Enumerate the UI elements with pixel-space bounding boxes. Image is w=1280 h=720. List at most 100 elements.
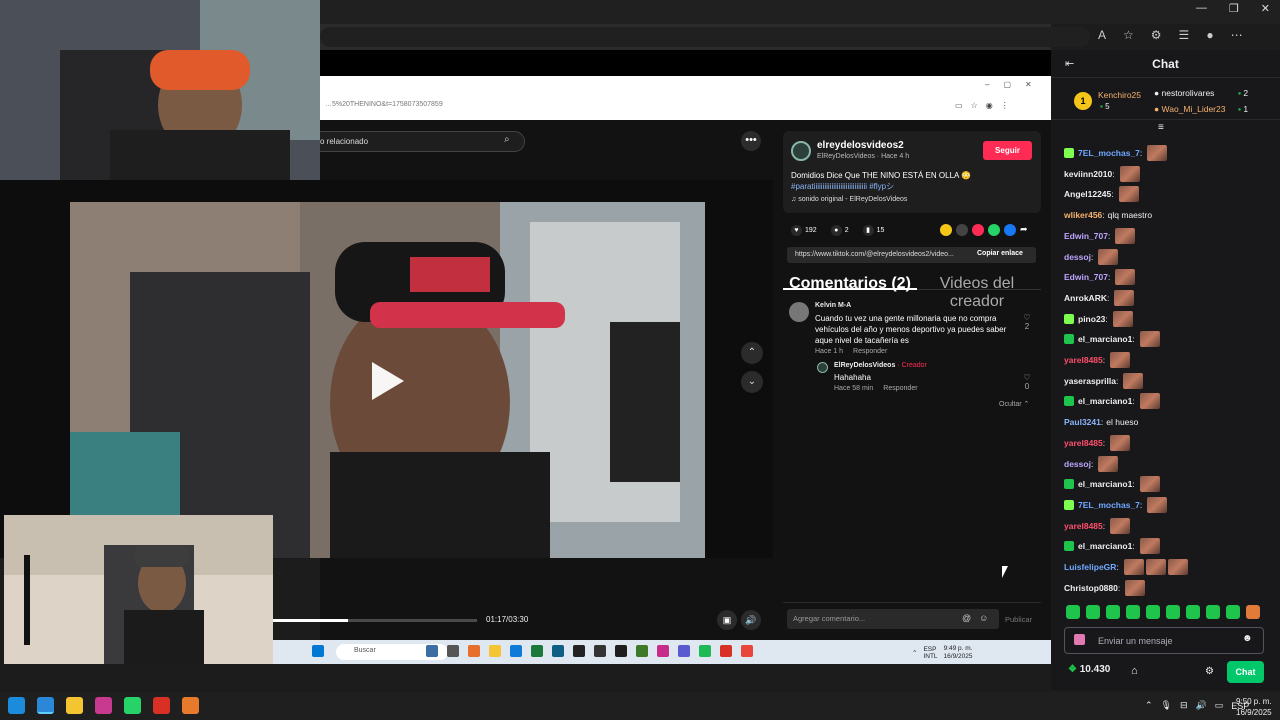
chat-emote[interactable] bbox=[1115, 227, 1136, 244]
chat-message: yaserasprilla: bbox=[1064, 372, 1144, 389]
badge-icon[interactable] bbox=[1064, 499, 1074, 510]
chat-emote[interactable] bbox=[1139, 476, 1160, 493]
chat-username[interactable]: Angel12245 bbox=[1064, 189, 1111, 199]
send-chat-button[interactable]: Chat bbox=[1227, 661, 1264, 683]
leader-third: ● Wao_Mi_Lider23 bbox=[1154, 104, 1225, 114]
whatsapp-icon[interactable] bbox=[124, 697, 141, 714]
chat-username[interactable]: wliker456 bbox=[1064, 210, 1102, 220]
chat-message-input[interactable]: Enviar un mensaje bbox=[1064, 627, 1264, 654]
chat-emote[interactable] bbox=[1147, 145, 1168, 161]
chat-username[interactable]: LuisfelipeGR bbox=[1064, 562, 1116, 572]
emote-icon[interactable] bbox=[1186, 605, 1200, 619]
chat-username[interactable]: dessoj bbox=[1064, 459, 1091, 469]
badge-icon[interactable] bbox=[1064, 541, 1074, 552]
chat-username[interactable]: keviinn2010 bbox=[1064, 169, 1112, 179]
microphone-icon[interactable]: 🎙 bbox=[1161, 700, 1172, 711]
chat-emote[interactable] bbox=[1112, 310, 1133, 327]
emote-icon[interactable] bbox=[1146, 605, 1160, 619]
maximize-button[interactable]: ❐ bbox=[1229, 2, 1239, 15]
app-icon[interactable] bbox=[95, 697, 112, 714]
gift-sub-icon[interactable] bbox=[1074, 634, 1085, 645]
volume-tray-icon[interactable]: 🔊 bbox=[1196, 700, 1207, 711]
channel-points[interactable]: ❖ 10.430 bbox=[1068, 664, 1110, 675]
emote-icon[interactable] bbox=[1106, 605, 1120, 619]
chat-emote[interactable] bbox=[1139, 538, 1160, 555]
chat-username[interactable]: pino23 bbox=[1078, 314, 1105, 324]
chat-emote[interactable] bbox=[1110, 352, 1131, 368]
emote-picker-icon[interactable]: ☻ bbox=[1242, 633, 1253, 644]
chat-emote[interactable] bbox=[1139, 393, 1160, 410]
chat-username[interactable]: Christop0880 bbox=[1064, 583, 1118, 593]
chat-username[interactable]: Paul3241 bbox=[1064, 417, 1101, 427]
chat-username[interactable]: yaserasprilla bbox=[1064, 376, 1116, 386]
read-aloud-icon[interactable]: A bbox=[1098, 28, 1106, 42]
chat-emote[interactable] bbox=[1139, 331, 1160, 348]
address-bar[interactable] bbox=[320, 27, 1090, 47]
chat-emote[interactable] bbox=[1110, 517, 1131, 534]
chat-settings-icon[interactable]: ⚙ bbox=[1205, 666, 1214, 677]
chat-username[interactable]: dessoj bbox=[1064, 252, 1091, 262]
chat-emote[interactable] bbox=[1115, 269, 1136, 286]
chat-emote[interactable] bbox=[1098, 455, 1119, 472]
close-button[interactable]: ✕ bbox=[1261, 2, 1270, 15]
app-icon[interactable] bbox=[182, 697, 199, 714]
collections-icon[interactable]: ☰ bbox=[1179, 28, 1190, 42]
chat-scroll-indicator-icon[interactable]: ≡ bbox=[1158, 122, 1164, 133]
caption-text: Domidios Dice Que THE NINO ESTÁ EN OLLA … bbox=[791, 171, 972, 180]
chat-emote[interactable] bbox=[1125, 579, 1146, 596]
badge-icon[interactable] bbox=[1064, 479, 1074, 490]
minimize-button[interactable]: — bbox=[1196, 2, 1207, 15]
network-icon[interactable]: ⊟ bbox=[1180, 700, 1188, 711]
chat-emote[interactable] bbox=[1123, 372, 1144, 389]
chat-username[interactable]: yarel8485 bbox=[1064, 521, 1103, 531]
favorite-star-icon[interactable]: ☆ bbox=[1123, 28, 1134, 42]
edge-icon[interactable] bbox=[37, 697, 54, 714]
chat-username[interactable]: yarel8485 bbox=[1064, 438, 1103, 448]
file-explorer-icon[interactable] bbox=[66, 697, 83, 714]
chat-username[interactable]: yarel8485 bbox=[1064, 355, 1103, 365]
chat-username[interactable]: el_marciano1 bbox=[1078, 541, 1132, 551]
chat-emote[interactable] bbox=[1118, 186, 1139, 203]
chat-message: yarel8485: bbox=[1064, 517, 1131, 534]
chat-username[interactable]: Edwin_707 bbox=[1064, 272, 1108, 282]
chat-username[interactable]: el_marciano1 bbox=[1078, 334, 1132, 344]
chat-emote[interactable] bbox=[1098, 248, 1119, 265]
profile-avatar[interactable]: ● bbox=[1206, 28, 1213, 42]
chat-emote[interactable] bbox=[1145, 559, 1166, 575]
chat-emote[interactable] bbox=[1167, 559, 1188, 575]
taskbar-clock[interactable]: 9:50 p. m. 16/9/2025 bbox=[1236, 696, 1272, 718]
emote-icon[interactable] bbox=[1086, 605, 1100, 619]
emote-icon[interactable] bbox=[1206, 605, 1220, 619]
chat-username[interactable]: el_marciano1 bbox=[1078, 479, 1132, 489]
extensions-icon[interactable]: ⚙ bbox=[1151, 28, 1162, 42]
saves-count: 15 bbox=[876, 227, 885, 234]
emote-icon[interactable] bbox=[1066, 605, 1080, 619]
chat-emote[interactable] bbox=[1114, 289, 1135, 306]
badge-icon[interactable] bbox=[1064, 313, 1074, 324]
chat-username[interactable]: Edwin_707 bbox=[1064, 231, 1108, 241]
badge-icon[interactable] bbox=[1064, 334, 1074, 345]
chat-emote[interactable] bbox=[1147, 496, 1168, 513]
chat-username[interactable]: 7EL_mochas_7 bbox=[1078, 500, 1140, 510]
battery-icon[interactable]: ▭ bbox=[1215, 700, 1224, 711]
emote-icon[interactable] bbox=[1246, 605, 1260, 619]
badge-icon[interactable] bbox=[1064, 148, 1074, 158]
emote-icon[interactable] bbox=[1226, 605, 1240, 619]
tab-creator-videos: Videos del creador bbox=[939, 275, 1015, 310]
rewards-icon[interactable]: ⌂ bbox=[1131, 665, 1138, 677]
chat-emote[interactable] bbox=[1110, 434, 1131, 451]
chat-username[interactable]: AnrokARK bbox=[1064, 293, 1107, 303]
tray-chevron-icon[interactable]: ⌃ bbox=[1145, 700, 1153, 711]
chat-username[interactable]: el_marciano1 bbox=[1078, 396, 1132, 406]
chat-username[interactable]: 7EL_mochas_7 bbox=[1078, 148, 1140, 158]
emote-icon[interactable] bbox=[1166, 605, 1180, 619]
obs-icon[interactable] bbox=[153, 697, 170, 714]
chat-colon: : bbox=[1139, 148, 1143, 158]
chat-message: el_marciano1: bbox=[1064, 476, 1160, 493]
badge-icon[interactable] bbox=[1064, 396, 1074, 407]
chat-emote[interactable] bbox=[1119, 165, 1140, 182]
chat-emote[interactable] bbox=[1123, 559, 1144, 575]
windows-start-icon[interactable] bbox=[8, 697, 25, 714]
emote-icon[interactable] bbox=[1126, 605, 1140, 619]
more-menu-icon[interactable]: ⋯ bbox=[1231, 28, 1243, 42]
